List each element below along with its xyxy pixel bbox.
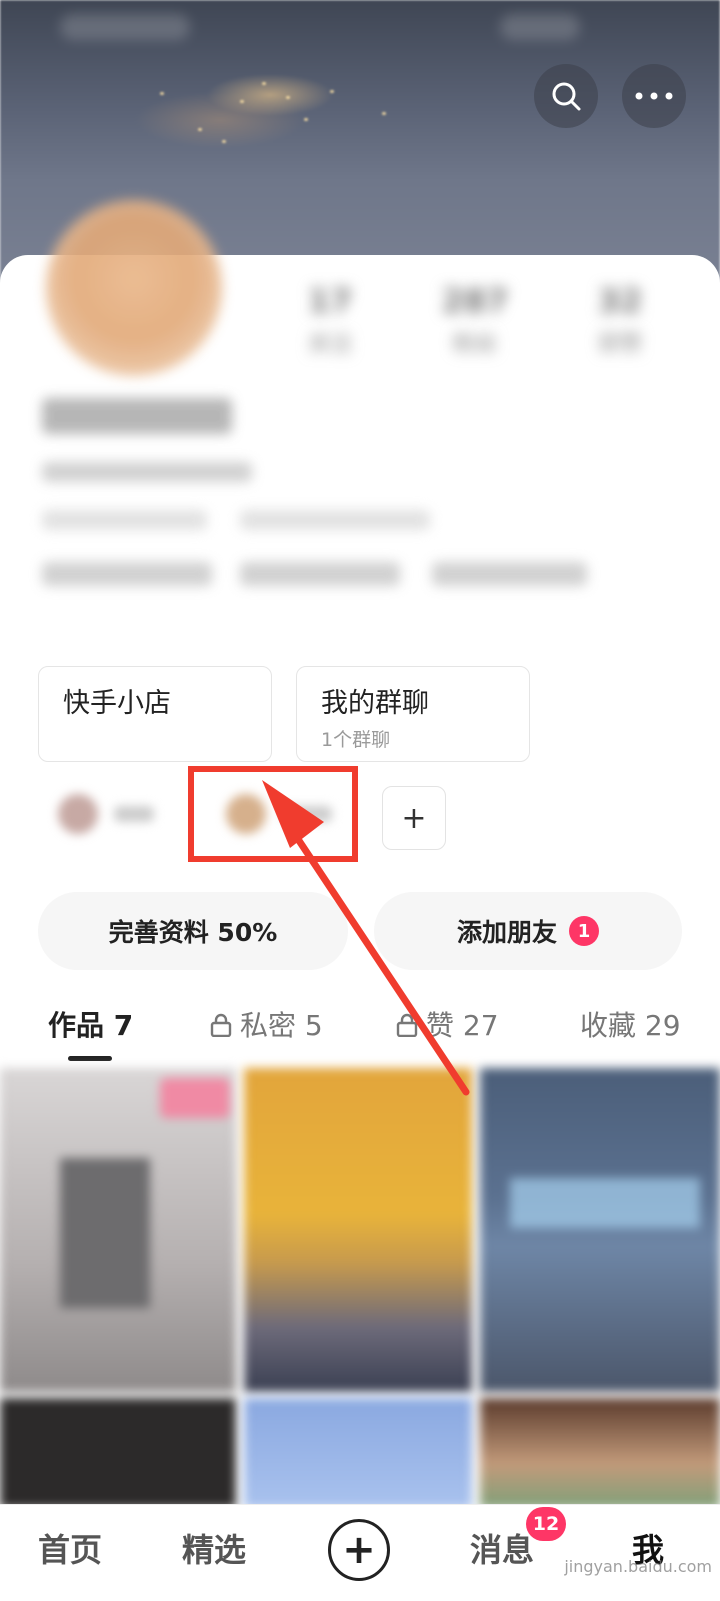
messages-badge: 12 bbox=[526, 1507, 566, 1541]
nav-featured[interactable]: 精选 bbox=[182, 1525, 246, 1571]
nav-messages[interactable]: 消息 bbox=[470, 1525, 534, 1571]
annotation-arrow bbox=[262, 780, 470, 1096]
nav-home[interactable]: 首页 bbox=[38, 1525, 102, 1571]
bottom-navigation: 首页 精选 + 消息 12 我 jingyan.baidu.com bbox=[0, 1504, 720, 1601]
publish-button[interactable]: + bbox=[328, 1519, 390, 1581]
watermark-text: jingyan.baidu.com bbox=[564, 1557, 712, 1576]
